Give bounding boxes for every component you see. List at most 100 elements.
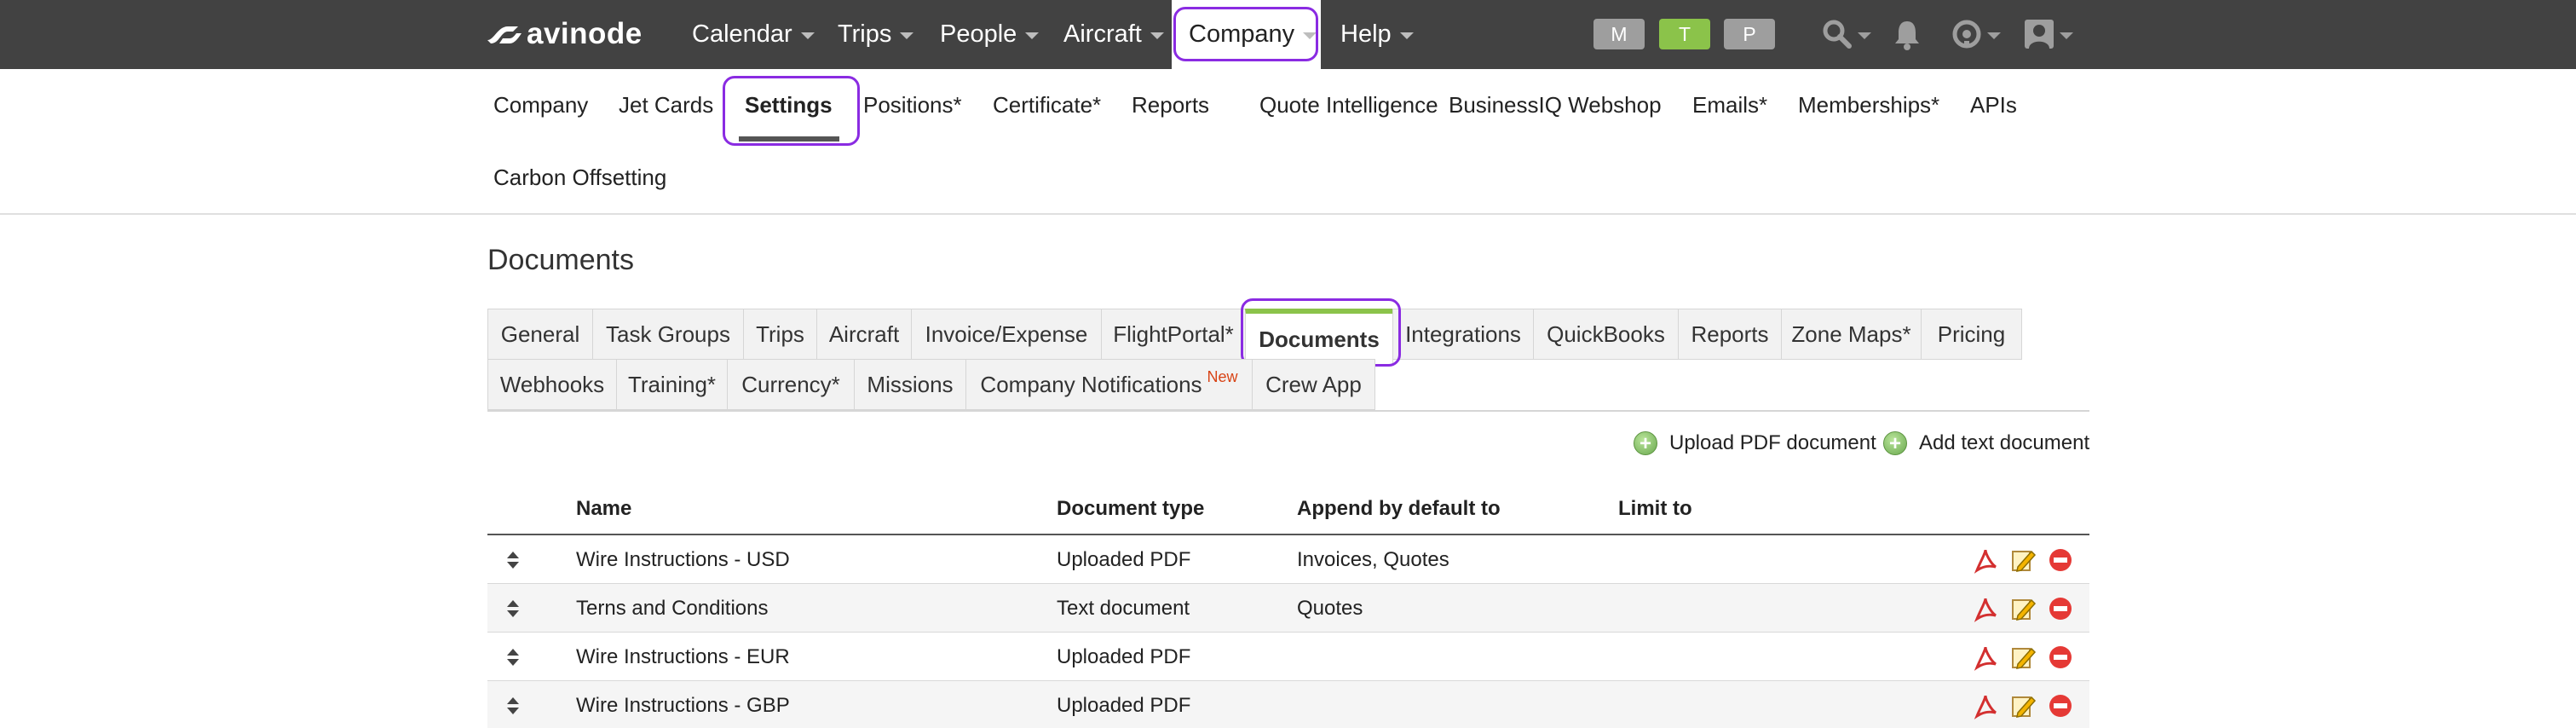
edit-icon[interactable] bbox=[2009, 644, 2037, 671]
cell-type: Text document bbox=[1057, 597, 1190, 620]
tab-documents[interactable]: Documents bbox=[1245, 309, 1393, 365]
cell-type: Uploaded PDF bbox=[1057, 694, 1191, 717]
avinode-logo[interactable]: avinode bbox=[486, 15, 643, 53]
search-menu[interactable] bbox=[1820, 15, 1871, 53]
drag-sort-icon[interactable] bbox=[504, 648, 522, 667]
edit-icon[interactable] bbox=[2009, 692, 2037, 719]
pdf-icon[interactable] bbox=[1972, 595, 1999, 622]
tab-flightportal[interactable]: FlightPortal* bbox=[1101, 309, 1246, 360]
row-actions bbox=[1972, 594, 2074, 623]
nav-trips-label: Trips bbox=[838, 20, 892, 48]
edit-icon[interactable] bbox=[2009, 546, 2037, 574]
tab-label: Pricing bbox=[1937, 321, 2006, 347]
user-menu[interactable] bbox=[2022, 15, 2073, 53]
support-icon bbox=[1952, 20, 1981, 49]
chevron-down-icon bbox=[1858, 32, 1871, 39]
column-header-limit[interactable]: Limit to bbox=[1618, 497, 1692, 521]
pdf-icon[interactable] bbox=[1972, 644, 1999, 671]
nav-trips[interactable]: Trips bbox=[838, 0, 914, 69]
tab-label: Trips bbox=[756, 321, 804, 347]
column-header-type[interactable]: Document type bbox=[1057, 497, 1204, 521]
drag-sort-icon[interactable] bbox=[504, 551, 522, 569]
add-text-document-button[interactable]: + Add text document bbox=[1883, 428, 2089, 459]
notifications-button[interactable] bbox=[1890, 15, 1924, 53]
cell-name: Wire Instructions - GBP bbox=[576, 694, 790, 717]
column-header-name[interactable]: Name bbox=[576, 497, 631, 521]
plus-circle-icon: + bbox=[1634, 431, 1657, 455]
chevron-down-icon bbox=[1150, 32, 1164, 39]
drag-sort-icon[interactable] bbox=[504, 599, 522, 618]
subnav-company[interactable]: Company bbox=[493, 88, 588, 122]
tab-currency[interactable]: Currency* bbox=[727, 359, 855, 410]
tab-label: FlightPortal* bbox=[1113, 321, 1234, 347]
pdf-icon[interactable] bbox=[1972, 692, 1999, 719]
workspace-pill-m[interactable]: M bbox=[1593, 19, 1645, 49]
chevron-down-icon bbox=[2060, 32, 2073, 39]
tab-label: Aircraft bbox=[828, 321, 900, 347]
support-menu[interactable] bbox=[1950, 15, 2001, 53]
nav-company[interactable]: Company bbox=[1172, 0, 1321, 69]
search-icon bbox=[1823, 20, 1852, 49]
chevron-down-icon bbox=[1399, 32, 1414, 39]
nav-people-label: People bbox=[940, 20, 1017, 48]
tab-crew-app[interactable]: Crew App bbox=[1252, 359, 1375, 410]
tab-integrations[interactable]: Integrations bbox=[1392, 309, 1534, 360]
edit-icon[interactable] bbox=[2009, 595, 2037, 622]
row-actions bbox=[1972, 546, 2074, 575]
tab-label: Reports bbox=[1691, 321, 1769, 347]
cell-append: Quotes bbox=[1297, 597, 1363, 620]
tab-label: Training* bbox=[627, 371, 717, 397]
nav-calendar[interactable]: Calendar bbox=[692, 0, 815, 69]
subnav-memberships[interactable]: Memberships* bbox=[1798, 88, 1939, 122]
nav-aircraft-label: Aircraft bbox=[1063, 20, 1142, 48]
subnav-certificate[interactable]: Certificate* bbox=[993, 88, 1101, 122]
subnav-businessiq-webshop[interactable]: BusinessIQ Webshop bbox=[1449, 88, 1662, 122]
table-row: Wire Instructions - USD Uploaded PDF Inv… bbox=[487, 535, 2089, 584]
drag-sort-icon[interactable] bbox=[504, 696, 522, 715]
tab-task-groups[interactable]: Task Groups bbox=[592, 309, 744, 360]
subnav-settings[interactable]: Settings bbox=[745, 88, 833, 122]
subnav-positions[interactable]: Positions* bbox=[863, 88, 962, 122]
tab-pricing[interactable]: Pricing bbox=[1921, 309, 2022, 360]
tab-aircraft[interactable]: Aircraft bbox=[816, 309, 912, 360]
subnav-quote-intelligence[interactable]: Quote Intelligence bbox=[1259, 88, 1438, 122]
subnav-apis[interactable]: APIs bbox=[1970, 88, 2017, 122]
tab-reports[interactable]: Reports bbox=[1678, 309, 1782, 360]
subnav-reports[interactable]: Reports bbox=[1132, 88, 1209, 122]
delete-icon[interactable] bbox=[2047, 595, 2074, 622]
delete-icon[interactable] bbox=[2047, 692, 2074, 719]
cell-type: Uploaded PDF bbox=[1057, 548, 1191, 571]
tab-quickbooks[interactable]: QuickBooks bbox=[1533, 309, 1679, 360]
tab-label: Company Notifications bbox=[980, 371, 1202, 397]
nav-aircraft[interactable]: Aircraft bbox=[1063, 0, 1164, 69]
delete-icon[interactable] bbox=[2047, 546, 2074, 574]
tabs-divider bbox=[487, 410, 2089, 412]
subnav-emails[interactable]: Emails* bbox=[1692, 88, 1767, 122]
pdf-icon[interactable] bbox=[1972, 546, 1999, 574]
tab-missions[interactable]: Missions bbox=[854, 359, 966, 410]
workspace-pill-t[interactable]: T bbox=[1659, 19, 1710, 49]
chevron-down-icon bbox=[900, 32, 914, 39]
row-actions bbox=[1972, 691, 2074, 720]
nav-people[interactable]: People bbox=[940, 0, 1040, 69]
subnav-jet-cards[interactable]: Jet Cards bbox=[619, 88, 713, 122]
tab-training[interactable]: Training* bbox=[616, 359, 728, 410]
tab-general[interactable]: General bbox=[487, 309, 593, 360]
tab-trips[interactable]: Trips bbox=[743, 309, 817, 360]
tab-zone-maps[interactable]: Zone Maps* bbox=[1781, 309, 1922, 360]
tab-webhooks[interactable]: Webhooks bbox=[487, 359, 617, 410]
tab-invoice-expense[interactable]: Invoice/Expense bbox=[911, 309, 1102, 360]
nav-help[interactable]: Help bbox=[1340, 0, 1414, 69]
subnav-carbon-offsetting[interactable]: Carbon Offsetting bbox=[493, 160, 666, 194]
upload-pdf-button[interactable]: + Upload PDF document bbox=[1634, 428, 1876, 459]
delete-icon[interactable] bbox=[2047, 644, 2074, 671]
subnav-active-indicator bbox=[739, 136, 839, 142]
tab-company-notifications[interactable]: Company Notifications New bbox=[965, 359, 1253, 410]
tab-label: Missions bbox=[867, 371, 954, 397]
workspace-pill-p[interactable]: P bbox=[1724, 19, 1775, 49]
cell-type: Uploaded PDF bbox=[1057, 645, 1191, 668]
user-avatar-icon bbox=[2025, 20, 2054, 49]
chevron-down-icon bbox=[800, 32, 815, 39]
column-header-append[interactable]: Append by default to bbox=[1297, 497, 1501, 521]
tab-label: Integrations bbox=[1405, 321, 1521, 347]
